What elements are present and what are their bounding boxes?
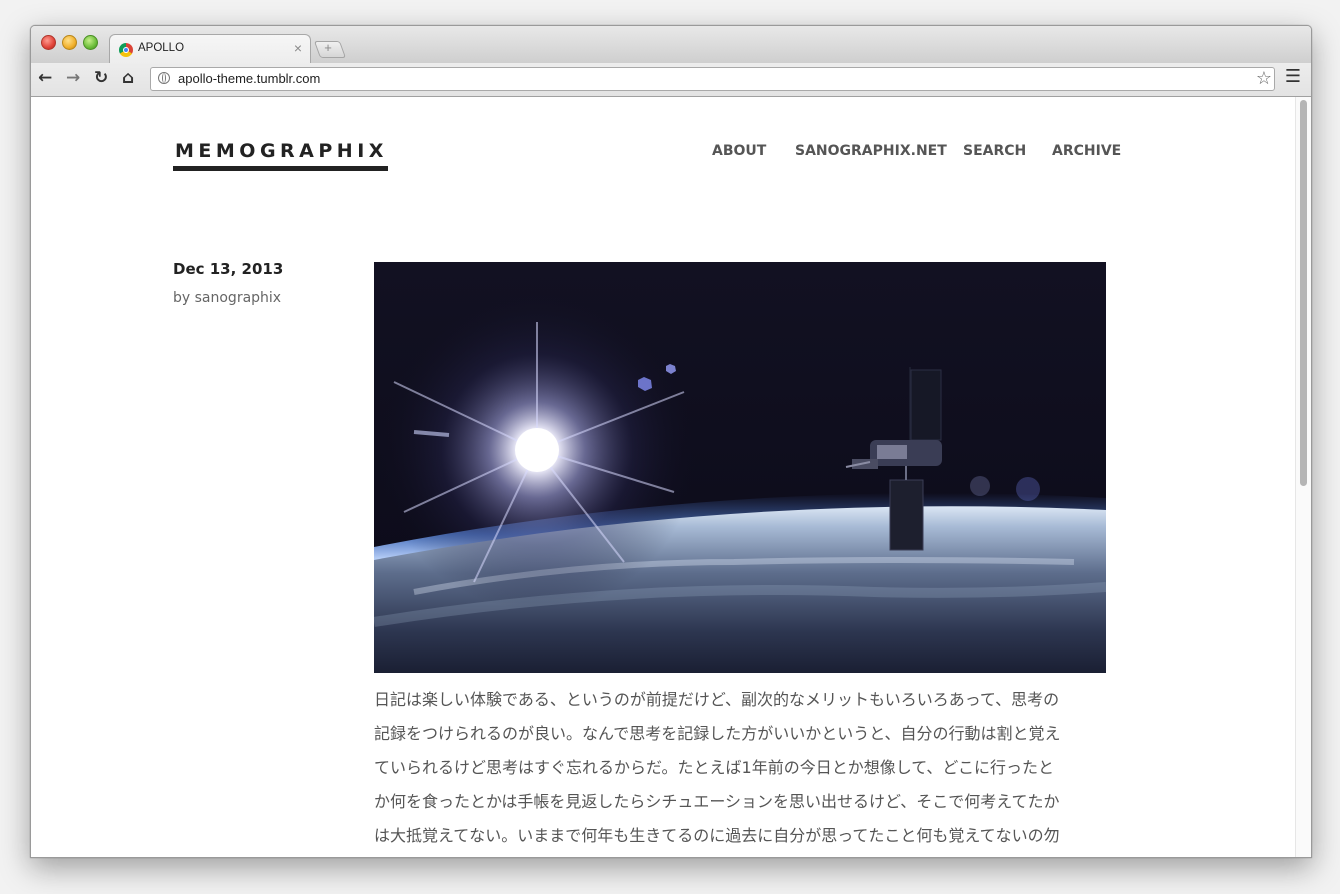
tab-close-icon[interactable]: × <box>294 40 302 56</box>
browser-tab[interactable]: APOLLO × <box>109 34 311 64</box>
nav-link-sanographix[interactable]: SANOGRAPHIX.NET <box>795 143 947 159</box>
url-text[interactable]: apollo-theme.tumblr.com <box>178 71 320 86</box>
post-body: 日記は楽しい体験である、というのが前提だけど、副次的なメリットもいろいろあって、… <box>374 683 1109 853</box>
nav-link-archive[interactable]: ARCHIVE <box>1052 143 1121 159</box>
title-bar: APOLLO × + <box>31 26 1311 64</box>
home-icon[interactable]: ⌂ <box>122 68 134 88</box>
page-viewport: MEMOGRAPHIX ABOUT SANOGRAPHIX.NET SEARCH… <box>31 97 1311 857</box>
browser-window: APOLLO × + ← → ↻ ⌂ apollo-theme.tumblr.c… <box>30 25 1312 858</box>
plus-icon: + <box>324 40 332 55</box>
globe-icon <box>158 72 170 84</box>
post-body-line: か何を食ったとかは手帳を見返したらシチュエーションを思い出せるけど、そこで何考え… <box>374 792 1060 811</box>
hamburger-menu-icon[interactable]: ☰ <box>1285 66 1301 87</box>
browser-toolbar: ← → ↻ ⌂ apollo-theme.tumblr.com ☆ ☰ <box>31 63 1311 97</box>
site-title[interactable]: MEMOGRAPHIX <box>173 140 388 171</box>
close-window-button[interactable] <box>41 35 56 50</box>
scrollbar-thumb[interactable] <box>1300 100 1307 486</box>
post-author[interactable]: by sanographix <box>173 290 281 306</box>
nav-link-about[interactable]: ABOUT <box>712 143 766 159</box>
vertical-scrollbar[interactable] <box>1295 97 1311 857</box>
post-body-line: ていられるけど思考はすぐ忘れるからだ。たとえば1年前の今日とか想像して、どこに行… <box>374 758 1054 777</box>
tab-title: APOLLO <box>138 42 185 54</box>
post-body-line: 記録をつけられるのが良い。なんで思考を記録した方がいいかというと、自分の行動は割… <box>374 724 1061 743</box>
satellite-earth-image <box>374 262 1106 673</box>
address-bar[interactable]: apollo-theme.tumblr.com ☆ <box>150 67 1275 91</box>
bookmark-star-icon[interactable]: ☆ <box>1256 68 1272 89</box>
post-image <box>374 262 1106 673</box>
post-body-line: 日記は楽しい体験である、というのが前提だけど、副次的なメリットもいろいろあって、… <box>374 690 1060 709</box>
forward-arrow-icon[interactable]: → <box>66 68 80 88</box>
post-body-line: は大抵覚えてない。いままで何年も生きてるのに過去に自分が思ってたこと何も覚えてな… <box>374 826 1060 845</box>
new-tab-button[interactable]: + <box>313 40 347 58</box>
minimize-window-button[interactable] <box>62 35 77 50</box>
maximize-window-button[interactable] <box>83 35 98 50</box>
post-date[interactable]: Dec 13, 2013 <box>173 260 283 278</box>
back-arrow-icon[interactable]: ← <box>38 68 52 88</box>
chrome-favicon-icon <box>119 43 133 57</box>
nav-link-search[interactable]: SEARCH <box>963 143 1026 159</box>
reload-icon[interactable]: ↻ <box>94 68 108 88</box>
